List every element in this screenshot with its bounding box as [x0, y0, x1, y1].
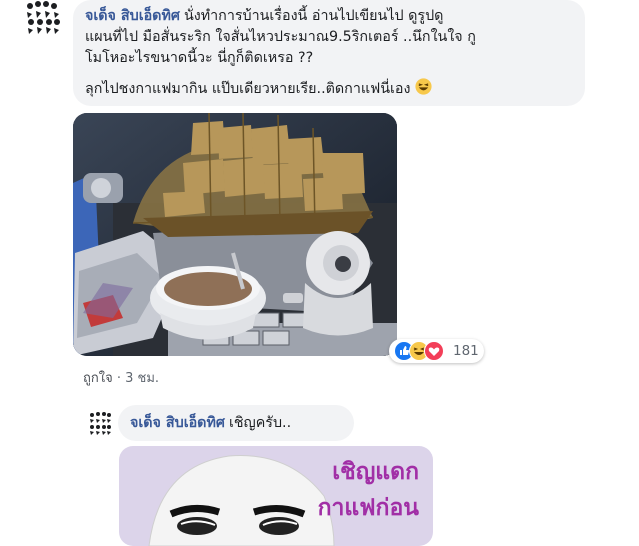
- reaction-count: 181: [453, 343, 479, 359]
- comment-first-line: จเด็จ สิบเอ็ดทิศ นั่งทำการบ้านเรื่องนี้ อ…: [85, 6, 573, 27]
- commenter-avatar[interactable]: [22, 0, 66, 40]
- comment-text-line-3: โมโหอะไรขนาดนี้วะ นี่กูก็ติดเหรอ ??: [85, 50, 314, 66]
- reply-sticker-image[interactable]: เชิญแดก กาแฟก่อน: [119, 446, 433, 546]
- reply-author-link[interactable]: จเด็จ สิบเอ็ดทิศ: [130, 415, 225, 431]
- comment-text-line-1: นั่งทำการบ้านเรื่องนี้ อ่านไปเขียนไป ดูร…: [183, 8, 444, 24]
- comment-author-link[interactable]: จเด็จ สิบเอ็ดทิศ: [85, 8, 180, 24]
- comment-timestamp[interactable]: 3 ชม.: [125, 371, 159, 386]
- comment-paragraph-2: ลุกไปชงกาแฟมากิน แป๊บเดียวหายเรีย..ติดกา…: [85, 78, 573, 102]
- sticker-text-line-1: เชิญแดก: [332, 459, 419, 485]
- reply-avatar[interactable]: [88, 411, 112, 437]
- reactions-summary[interactable]: 181: [389, 339, 484, 363]
- reply-bubble: จเด็จ สิบเอ็ดทิศ เชิญครับ..: [118, 405, 354, 441]
- like-link[interactable]: ถูกใจ: [83, 371, 113, 386]
- comment-actions: ถูกใจ · 3 ชม.: [83, 367, 159, 388]
- sticker-text-line-2: กาแฟก่อน: [317, 495, 419, 521]
- love-reaction-icon: [424, 341, 444, 361]
- comment-text-para-2: ลุกไปชงกาแฟมากิน แป๊บเดียวหายเรีย..ติดกา…: [85, 81, 411, 97]
- laughing-emoji-icon: [415, 78, 432, 102]
- comment-bubble: จเด็จ สิบเอ็ดทิศ นั่งทำการบ้านเรื่องนี้ อ…: [73, 0, 585, 106]
- reply-text: เชิญครับ..: [228, 415, 292, 431]
- comment-photo[interactable]: [73, 113, 397, 356]
- action-separator: ·: [116, 371, 121, 386]
- comment-text-line-2: แผนที่ไป มือสั่นระริก ใจสั่นไหวประมาณ9.5…: [85, 29, 476, 45]
